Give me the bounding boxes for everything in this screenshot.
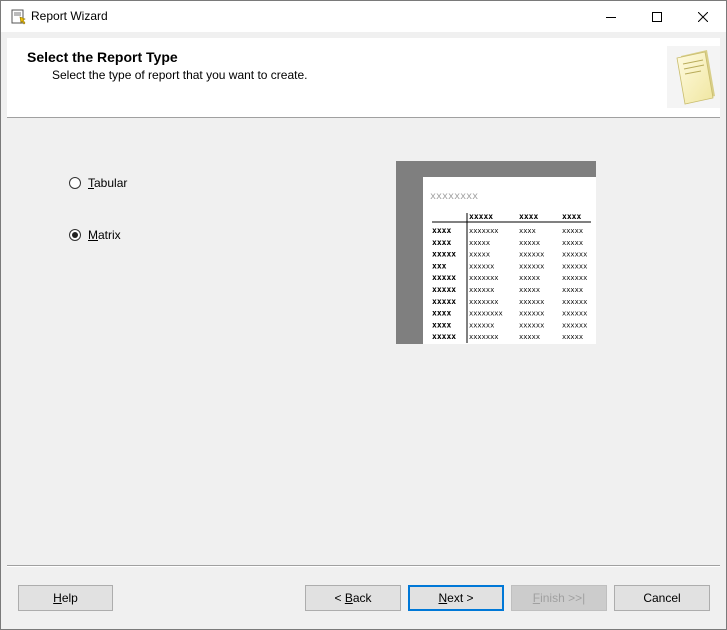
preview-cell: xxxxx (562, 239, 583, 247)
close-button[interactable] (680, 1, 726, 32)
preview-cell: xxxx (519, 227, 536, 235)
preview-cell: xxxxx (469, 251, 490, 259)
preview-cell: xxxxx (562, 286, 583, 294)
preview-cell: xxxxx (432, 332, 456, 341)
back-button[interactable]: < Back (305, 585, 401, 611)
minimize-button[interactable] (588, 1, 634, 32)
report-type-preview: xxxxxxxx xxxxx xxxx xxxx xxxx xxxxxxx xxxx xxxx… (396, 161, 596, 344)
report-wizard-window: Report Wizard Select the Report Type Sel… (0, 0, 727, 630)
preview-cell: xxxxxx (562, 251, 587, 259)
preview-cell: xxxxx (519, 239, 540, 247)
matrix-label-rest: atrix (98, 228, 121, 242)
back-label-pre: < (334, 591, 345, 605)
help-label-rest: elp (61, 591, 78, 605)
preview-cell: xxxxxx (519, 251, 544, 259)
preview-cell: xxxxx (432, 273, 456, 282)
tabular-label-rest: abular (94, 176, 128, 190)
next-button[interactable]: Next > (408, 585, 504, 611)
window-title: Report Wizard (31, 9, 108, 23)
preview-cell: xxxx (432, 309, 451, 318)
tabular-option[interactable]: Tabular (69, 176, 127, 190)
preview-paper: xxxxxxxx xxxxx xxxx xxxx xxxx xxxxxxx xxxx xxxx… (423, 177, 596, 344)
preview-cell: xxxxx (562, 333, 583, 341)
preview-cell: xxxx (432, 226, 451, 235)
preview-cell: xxxxxx (519, 262, 544, 270)
maximize-button[interactable] (634, 1, 680, 32)
matrix-option[interactable]: Matrix (69, 228, 121, 242)
preview-cell: xxxxxxx (469, 227, 499, 235)
preview-col-header: xxxx (519, 212, 538, 221)
preview-cell: xxxxxx (469, 321, 494, 329)
cancel-button[interactable]: Cancel (614, 585, 710, 611)
preview-cell: xxxxxxx (469, 274, 499, 282)
preview-cell: xxxxx (519, 286, 540, 294)
report-document-icon (667, 46, 720, 108)
page-title: Select the Report Type (27, 49, 178, 65)
back-accel: B (344, 591, 353, 605)
minimize-icon (606, 12, 616, 22)
preview-cell: xxxxxx (519, 298, 544, 306)
preview-cell: xxxxxx (519, 310, 544, 318)
preview-cell: xxxxxx (562, 262, 587, 270)
preview-cell: xxxxxx (519, 321, 544, 329)
preview-cell: xxxxxx (562, 321, 587, 329)
preview-col-header: xxxx (562, 212, 581, 221)
maximize-icon (652, 11, 662, 22)
close-icon (698, 11, 708, 22)
report-wizard-icon (11, 9, 27, 25)
preview-cell: xxxxx (562, 227, 583, 235)
preview-cell: xxxxxx (562, 298, 587, 306)
preview-cell: xxxxxxx (469, 298, 499, 306)
finish-label-rest: inish >>| (540, 591, 586, 605)
finish-button[interactable]: Finish >>| (511, 585, 607, 611)
matrix-label: Matrix (88, 228, 121, 242)
preview-cell: xxxxx (432, 285, 456, 294)
tabular-radio[interactable] (69, 177, 81, 189)
preview-cell: xxxxxxx (469, 333, 499, 341)
preview-cell: xxx (432, 261, 447, 270)
preview-cell: xxxxx (519, 333, 540, 341)
back-label-rest: ack (352, 591, 372, 605)
help-button[interactable]: Help (18, 585, 113, 611)
footer-divider (7, 565, 720, 567)
preview-cell: xxxxx (519, 274, 540, 282)
preview-cell: xxxxx (432, 297, 456, 306)
title-bar[interactable]: Report Wizard (1, 1, 726, 32)
preview-title: xxxxxxxx (430, 191, 478, 202)
next-accel: N (438, 591, 448, 605)
finish-accel: F (532, 591, 541, 605)
help-accel: H (53, 591, 62, 605)
next-label-rest: ext > (447, 591, 474, 605)
matrix-accel: M (88, 228, 98, 242)
matrix-radio[interactable] (69, 229, 81, 241)
matrix-preview-graphic: xxxxxxxxxxxxx xxxx xxxxxxxx xxxxxxx xxxx xxxx… (430, 191, 591, 343)
page-subtitle: Select the type of report that you want … (52, 68, 308, 82)
preview-cell: xxxxxx (469, 262, 494, 270)
preview-cell: xxxxxx (562, 274, 587, 282)
tabular-label: Tabular (88, 176, 127, 190)
cancel-label: Cancel (643, 591, 681, 605)
preview-cell: xxxxxx (562, 310, 587, 318)
preview-cell: xxxx (432, 238, 451, 247)
preview-cell: xxxxx (469, 239, 490, 247)
preview-cell: xxxxxx (469, 286, 494, 294)
preview-cell: xxxx (432, 320, 451, 329)
preview-cell: xxxxxxxx (469, 310, 503, 318)
wizard-header: Select the Report Type Select the type o… (7, 38, 720, 118)
preview-col-header: xxxxx (469, 212, 493, 221)
preview-cell: xxxxx (432, 250, 456, 259)
